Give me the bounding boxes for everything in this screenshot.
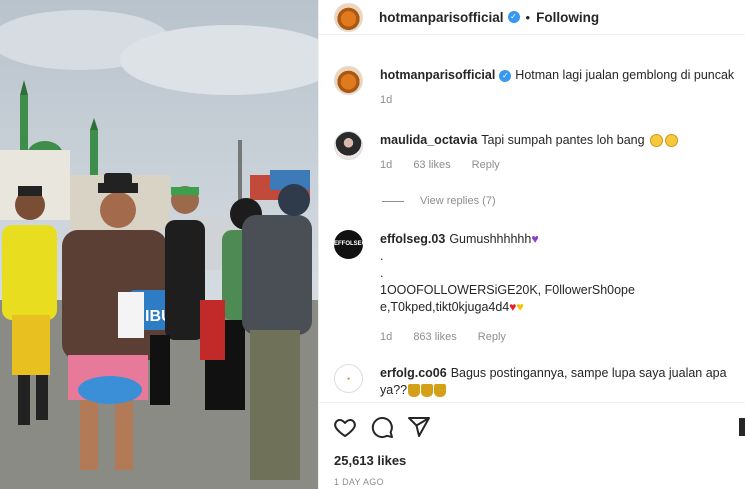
separator-dot: •: [525, 9, 531, 25]
comment-text: Tapi sumpah pantes loh bang: [481, 133, 645, 147]
purple-heart-emoji-icon: ♥: [531, 232, 539, 246]
comment-text-line: .: [380, 249, 384, 263]
comment-text: Gumushhhhhh: [449, 232, 532, 246]
verified-badge-icon: ✓: [507, 11, 520, 23]
comment-likes[interactable]: 63 likes: [413, 159, 450, 171]
post-header: hotmanparisofficial ✓ • Following: [319, 0, 745, 35]
author-avatar[interactable]: [334, 2, 363, 32]
post-photo[interactable]: IBU: [0, 0, 318, 489]
likes-count[interactable]: 25,613 likes: [334, 453, 406, 468]
verified-badge-icon: ✓: [499, 69, 512, 82]
following-button[interactable]: Following: [536, 10, 599, 25]
street-scene-image: IBU: [0, 0, 318, 489]
bookmark-icon[interactable]: [739, 415, 745, 439]
comment-text-line: e,T0kped,tikt0kjuga4d4: [380, 300, 510, 314]
trophy-emoji-icon: [421, 384, 434, 398]
reply-button[interactable]: Reply: [472, 159, 500, 171]
post-timestamp: 1 DAY AGO: [334, 477, 384, 487]
caption-meta: 1d: [380, 92, 735, 109]
comment-item: maulida_octavia Tapi sumpah pantes loh ba…: [334, 131, 735, 174]
view-replies-button[interactable]: View replies (7): [382, 195, 496, 207]
comment-avatar[interactable]: EFFOLSEG: [334, 230, 366, 259]
comment-text-line: ya??: [380, 383, 408, 397]
comment-text: Bagus postingannya, sampe lupa saya jual…: [450, 366, 727, 380]
view-replies-label: View replies (7): [420, 195, 496, 207]
heart-icon[interactable]: [333, 415, 357, 439]
comment-age: 1d: [380, 159, 393, 171]
comment-meta: 1d 63 likes Reply: [380, 157, 735, 174]
share-icon[interactable]: [407, 415, 431, 439]
post-panel: hotmanparisofficial ✓ • Following hotman…: [318, 0, 745, 489]
comment-avatar[interactable]: [334, 131, 363, 160]
trophy-emoji-icon: [408, 384, 421, 398]
comment-text-line: .: [380, 266, 384, 280]
comment-icon[interactable]: [370, 415, 394, 439]
sad-face-emoji-icon: [665, 134, 679, 148]
comment-username[interactable]: erfolg.co06: [380, 366, 447, 380]
caption: hotmanparisofficial ✓ Hotman lagi jualan g…: [334, 66, 735, 109]
replies-line: [382, 200, 404, 202]
comment-avatar[interactable]: ●: [334, 364, 363, 393]
comment-age: 1d: [380, 331, 393, 343]
comment-username[interactable]: maulida_octavia: [380, 133, 477, 147]
caption-text: Hotman lagi jualan gemblong di puncak: [515, 68, 735, 82]
caption-avatar[interactable]: [334, 66, 363, 95]
yellow-heart-emoji-icon: ♥: [516, 300, 524, 314]
caption-age: 1d: [380, 94, 393, 106]
trophy-emoji-icon: [434, 384, 447, 398]
reply-button[interactable]: Reply: [478, 331, 506, 343]
comment-text-line: 1OOOFOLLOWERSiGE20K, F0llowerSh0ope: [380, 283, 635, 297]
comment-username[interactable]: effolseg.03: [380, 232, 445, 246]
comment-item: EFFOLSEG effolseg.03 Gumushhhhhh♥ . . 1OO…: [334, 230, 735, 346]
sad-face-emoji-icon: [650, 134, 664, 148]
action-bar: [319, 402, 745, 450]
comment-meta: 1d 863 likes Reply: [380, 329, 735, 346]
comment-item: ● erfolg.co06 Bagus postingannya, sampe l…: [334, 364, 735, 399]
author-username[interactable]: hotmanparisofficial: [379, 10, 504, 25]
comment-likes[interactable]: 863 likes: [413, 331, 456, 343]
caption-username[interactable]: hotmanparisofficial: [380, 68, 495, 82]
